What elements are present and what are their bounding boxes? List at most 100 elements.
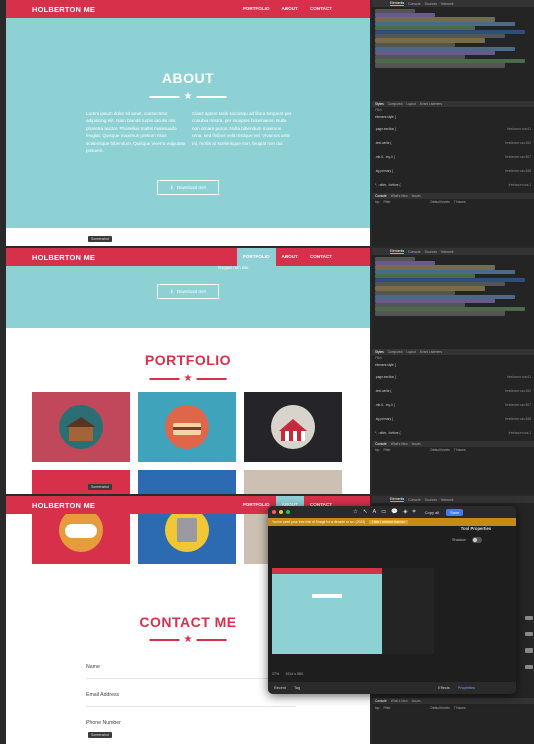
portfolio-item-cabin[interactable]	[32, 392, 130, 462]
tab-computed[interactable]: Computed	[388, 350, 403, 354]
tab-elements[interactable]: Elements	[390, 249, 405, 254]
tab-sources[interactable]: Sources	[425, 2, 437, 6]
levels-select[interactable]: Default levels	[431, 200, 450, 204]
drawer-console[interactable]: Console	[375, 194, 387, 198]
arrow-tool-icon[interactable]: ↖	[363, 509, 368, 516]
rule-element-style: element.style {	[375, 115, 396, 119]
tab-event-listeners[interactable]: Event Listeners	[420, 350, 442, 354]
drawer-whats-new[interactable]: What's New	[391, 442, 408, 446]
rule-element-style: element.style {	[375, 363, 396, 367]
tab-styles[interactable]: Styles	[375, 350, 384, 354]
context-select[interactable]: top	[375, 706, 379, 710]
save-button[interactable]: Save	[446, 508, 464, 516]
minimize-dot[interactable]	[279, 510, 283, 514]
effects-button[interactable]: Effects	[438, 686, 450, 690]
tab-computed[interactable]: Computed	[388, 102, 403, 106]
phone-field[interactable]: Phone Number	[86, 720, 121, 726]
drawer-issues[interactable]: Issues	[412, 442, 421, 446]
tab-network[interactable]: Network	[441, 498, 453, 502]
nav-about[interactable]: ABOUT	[276, 0, 304, 18]
nav-contact[interactable]: CONTACT	[304, 248, 338, 266]
console-filter[interactable]: Filter	[383, 706, 390, 710]
shadow-label: Shadow	[452, 538, 466, 542]
fill-tool-icon[interactable]: ◈	[403, 509, 407, 516]
nav-about[interactable]: ABOUT	[276, 248, 304, 266]
nav-links: PORTFOLIO ABOUT CONTACT	[236, 248, 338, 266]
drawer-console[interactable]: Console	[375, 699, 387, 703]
dom-tree[interactable]	[372, 255, 534, 349]
download-button[interactable]: ⬇ Download me!	[157, 180, 219, 195]
email-field[interactable]: Email Address	[86, 692, 119, 698]
tab-layout[interactable]: Layout	[406, 102, 416, 106]
download-button[interactable]: ⬇ Download me!	[157, 284, 219, 299]
nav-contact[interactable]: CONTACT	[304, 0, 338, 18]
shape-tool-icon[interactable]: ▭	[381, 509, 386, 516]
context-select[interactable]: top	[375, 200, 379, 204]
recent-button[interactable]: Recent	[274, 686, 286, 690]
console-filter[interactable]: Filter	[383, 200, 390, 204]
tab-console[interactable]: Console	[408, 2, 420, 6]
tab-styles[interactable]: Styles	[375, 102, 384, 106]
nav-portfolio[interactable]: PORTFOLIO	[237, 0, 276, 18]
tab-event-listeners[interactable]: Event Listeners	[420, 102, 442, 106]
contact-divider: ★	[149, 635, 227, 645]
editor-toolbar: ☆ ↖ A ▭ 💬 ◈ ⌗ Copy all Save	[268, 506, 516, 518]
text-tool-icon[interactable]: A	[373, 509, 377, 516]
tab-elements[interactable]: Elements	[390, 497, 405, 502]
console-drawer-tabs: Console What's New Issues	[372, 698, 534, 704]
star-tool-icon[interactable]: ☆	[353, 509, 358, 516]
tab-elements[interactable]: Elements	[390, 1, 405, 6]
brand-logo[interactable]: HOLBERTON ME	[32, 5, 95, 14]
issues-count[interactable]: 7 Issues	[454, 200, 466, 204]
devtools-tabs: Elements Console Sources Network	[372, 0, 534, 7]
levels-select[interactable]: Default levels	[431, 706, 450, 710]
console-toolbar: top Filter Default levels 7 Issues	[372, 705, 534, 711]
portfolio-item-circus[interactable]	[244, 392, 342, 462]
portfolio-item-row2-2[interactable]	[138, 470, 236, 494]
tab-console[interactable]: Console	[408, 498, 420, 502]
drawer-console[interactable]: Console	[375, 442, 387, 446]
drawer-issues[interactable]: Issues	[412, 194, 421, 198]
copy-all-button[interactable]: Copy all	[425, 510, 439, 515]
issues-count[interactable]: 7 Issues	[454, 706, 466, 710]
shadow-toggle[interactable]	[471, 537, 482, 543]
console-filter[interactable]: Filter	[383, 448, 390, 452]
styles-filter[interactable]: Filter	[375, 108, 531, 114]
hide-banner-button[interactable]: Hide / remove banner	[369, 520, 408, 524]
tab-network[interactable]: Network	[441, 2, 453, 6]
brand-logo[interactable]: HOLBERTON ME	[32, 253, 95, 262]
properties-button[interactable]: Properties	[458, 686, 475, 690]
levels-select[interactable]: Default levels	[431, 448, 450, 452]
nav-portfolio[interactable]: PORTFOLIO	[236, 248, 276, 266]
download-icon: ⬇	[169, 288, 174, 294]
tab-network[interactable]: Network	[441, 250, 453, 254]
trial-banner-text: You've used your free trial of Snagit fo…	[272, 520, 366, 524]
portfolio-item-cake[interactable]	[138, 392, 236, 462]
tab-layout[interactable]: Layout	[406, 350, 416, 354]
about-title: ABOUT	[161, 70, 215, 86]
crop-tool-icon[interactable]: ⌗	[413, 509, 416, 516]
drawer-whats-new[interactable]: What's New	[391, 699, 408, 703]
drawer-whats-new[interactable]: What's New	[391, 194, 408, 198]
tag-button[interactable]: Tag	[294, 686, 300, 690]
context-select[interactable]: top	[375, 448, 379, 452]
issues-count[interactable]: 7 Issues	[454, 448, 466, 452]
dom-tree[interactable]	[372, 7, 534, 101]
drawer-issues[interactable]: Issues	[412, 699, 421, 703]
brand-logo[interactable]: HOLBERTON ME	[32, 501, 95, 510]
capture-preview[interactable]	[272, 568, 434, 654]
name-field[interactable]: Name	[86, 664, 100, 670]
tab-console[interactable]: Console	[408, 250, 420, 254]
tool-properties-title: Tool Properties	[460, 526, 492, 531]
screenshot-tooltip: Screenshot	[88, 732, 113, 738]
zoom-level[interactable]: 37%	[272, 672, 279, 676]
portfolio-item-row2-3[interactable]	[244, 470, 342, 494]
styles-filter[interactable]: Filter	[375, 356, 531, 362]
editor-tools: ☆ ↖ A ▭ 💬 ◈ ⌗	[353, 509, 416, 516]
portfolio-item-row2-1[interactable]	[32, 470, 130, 494]
close-dot[interactable]	[272, 510, 276, 514]
tab-sources[interactable]: Sources	[425, 250, 437, 254]
maximize-dot[interactable]	[286, 510, 290, 514]
tab-sources[interactable]: Sources	[425, 498, 437, 502]
callout-tool-icon[interactable]: 💬	[391, 509, 398, 516]
